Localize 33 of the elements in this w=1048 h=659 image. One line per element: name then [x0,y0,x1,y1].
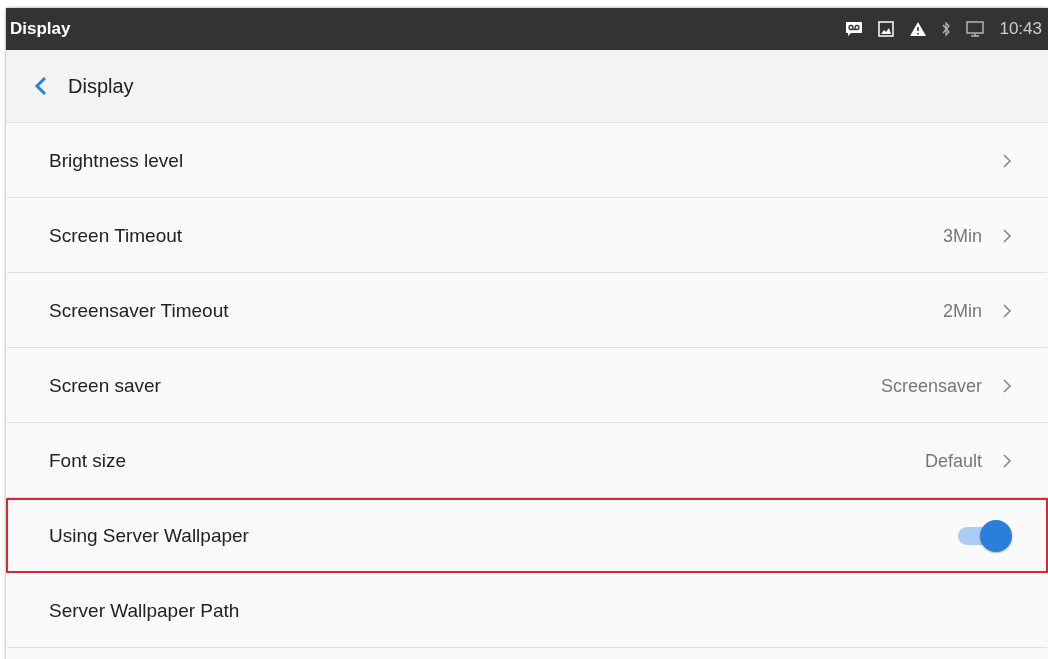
setting-label: Using Server Wallpaper [49,524,249,547]
chevron-right-icon [1002,453,1012,469]
settings-row[interactable]: Font size Default [6,423,1048,498]
chevron-right-icon [1002,153,1012,169]
setting-label: Screen saver [49,375,161,397]
setting-label: Screen Timeout [49,225,183,247]
setting-value: Screensaver [880,375,982,397]
chevron-right-icon [1002,228,1012,244]
picture-icon [877,20,896,38]
back-icon[interactable] [34,76,48,96]
window-title: Display [10,19,71,39]
setting-value: Default [924,450,982,472]
monitor-icon [965,20,986,38]
setting-label: Font size [49,450,127,472]
toggle-switch[interactable] [956,519,1012,552]
settings-row[interactable]: Screen Timeout 3Min [6,198,1048,273]
chevron-right-icon [1002,378,1012,394]
setting-label: Screensaver Timeout [49,300,229,322]
settings-row[interactable]: Using Server Wallpaper [6,498,1048,573]
page-title: Display [68,74,134,98]
settings-row[interactable]: Screensaver Timeout 2Min [6,273,1048,348]
warning-icon [909,21,928,37]
voicemail-icon [845,21,864,37]
bluetooth-icon [941,21,952,37]
setting-value: 2Min [943,300,982,322]
setting-label: Brightness level [49,150,184,172]
settings-row[interactable]: Screen saver Screensaver [6,348,1048,423]
setting-value: 3Min [943,225,982,247]
setting-label: Server Wallpaper Path [49,600,240,622]
chevron-right-icon [1002,303,1012,319]
settings-row[interactable]: Server Wallpaper Path [6,573,1048,648]
clock-time: 10:43 [999,19,1042,39]
settings-row[interactable]: Brightness level [6,123,1048,198]
